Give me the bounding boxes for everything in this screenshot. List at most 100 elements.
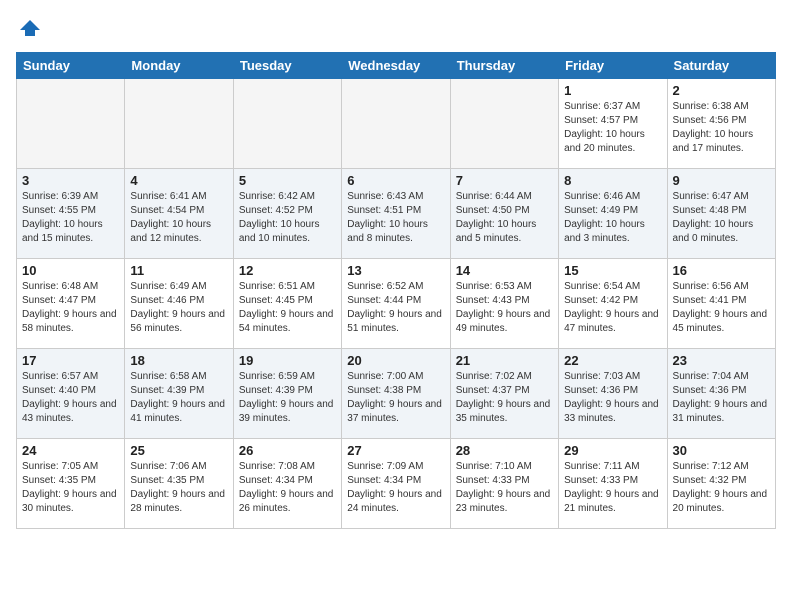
day-number: 30	[673, 443, 770, 458]
weekday-header: Saturday	[667, 53, 775, 79]
calendar-cell	[450, 79, 558, 169]
day-info: Sunrise: 6:52 AM Sunset: 4:44 PM Dayligh…	[347, 280, 444, 336]
day-info: Sunrise: 7:10 AM Sunset: 4:33 PM Dayligh…	[456, 460, 553, 516]
day-info: Sunrise: 6:44 AM Sunset: 4:50 PM Dayligh…	[456, 190, 553, 246]
calendar-cell: 19 Sunrise: 6:59 AM Sunset: 4:39 PM Dayli…	[233, 349, 341, 439]
calendar-cell: 2Sunrise: 6:38 AM Sunset: 4:56 PM Daylig…	[667, 79, 775, 169]
day-number: 12	[239, 263, 336, 278]
weekday-header: Wednesday	[342, 53, 450, 79]
day-info: Sunrise: 6:53 AM Sunset: 4:43 PM Dayligh…	[456, 280, 553, 336]
calendar-cell: 27 Sunrise: 7:09 AM Sunset: 4:34 PM Dayli…	[342, 439, 450, 529]
calendar-cell: 1Sunrise: 6:37 AM Sunset: 4:57 PM Daylig…	[559, 79, 667, 169]
day-info: Sunrise: 7:00 AM Sunset: 4:38 PM Dayligh…	[347, 370, 444, 426]
day-info: Sunrise: 7:08 AM Sunset: 4:34 PM Dayligh…	[239, 460, 336, 516]
day-info: Sunrise: 6:42 AM Sunset: 4:52 PM Dayligh…	[239, 190, 336, 246]
day-number: 18	[130, 353, 227, 368]
day-number: 17	[22, 353, 119, 368]
day-number: 6	[347, 173, 444, 188]
calendar-cell: 18 Sunrise: 6:58 AM Sunset: 4:39 PM Dayli…	[125, 349, 233, 439]
calendar-cell: 25 Sunrise: 7:06 AM Sunset: 4:35 PM Dayli…	[125, 439, 233, 529]
day-number: 29	[564, 443, 661, 458]
day-number: 26	[239, 443, 336, 458]
calendar-cell	[17, 79, 125, 169]
calendar-cell	[342, 79, 450, 169]
calendar-week-row: 17 Sunrise: 6:57 AM Sunset: 4:40 PM Dayli…	[17, 349, 776, 439]
weekday-header: Thursday	[450, 53, 558, 79]
day-number: 11	[130, 263, 227, 278]
day-number: 14	[456, 263, 553, 278]
day-info: Sunrise: 6:43 AM Sunset: 4:51 PM Dayligh…	[347, 190, 444, 246]
calendar-cell: 14 Sunrise: 6:53 AM Sunset: 4:43 PM Dayli…	[450, 259, 558, 349]
day-number: 3	[22, 173, 119, 188]
calendar-cell: 3 Sunrise: 6:39 AM Sunset: 4:55 PM Daylig…	[17, 169, 125, 259]
day-info: Sunrise: 6:48 AM Sunset: 4:47 PM Dayligh…	[22, 280, 119, 336]
day-info: Sunrise: 6:46 AM Sunset: 4:49 PM Dayligh…	[564, 190, 661, 246]
calendar-cell: 8 Sunrise: 6:46 AM Sunset: 4:49 PM Daylig…	[559, 169, 667, 259]
day-number: 1	[564, 83, 661, 98]
day-number: 28	[456, 443, 553, 458]
day-number: 24	[22, 443, 119, 458]
day-info: Sunrise: 6:47 AM Sunset: 4:48 PM Dayligh…	[673, 190, 770, 246]
header	[16, 16, 776, 40]
day-number: 23	[673, 353, 770, 368]
calendar: SundayMondayTuesdayWednesdayThursdayFrid…	[16, 52, 776, 529]
day-info: Sunrise: 7:06 AM Sunset: 4:35 PM Dayligh…	[130, 460, 227, 516]
calendar-week-row: 24 Sunrise: 7:05 AM Sunset: 4:35 PM Dayli…	[17, 439, 776, 529]
day-info: Sunrise: 6:38 AM Sunset: 4:56 PM Dayligh…	[673, 100, 770, 156]
day-info: Sunrise: 7:04 AM Sunset: 4:36 PM Dayligh…	[673, 370, 770, 426]
calendar-cell: 6 Sunrise: 6:43 AM Sunset: 4:51 PM Daylig…	[342, 169, 450, 259]
day-number: 25	[130, 443, 227, 458]
day-info: Sunrise: 6:58 AM Sunset: 4:39 PM Dayligh…	[130, 370, 227, 426]
day-info: Sunrise: 6:41 AM Sunset: 4:54 PM Dayligh…	[130, 190, 227, 246]
calendar-cell: 5 Sunrise: 6:42 AM Sunset: 4:52 PM Daylig…	[233, 169, 341, 259]
calendar-cell: 7 Sunrise: 6:44 AM Sunset: 4:50 PM Daylig…	[450, 169, 558, 259]
day-info: Sunrise: 6:54 AM Sunset: 4:42 PM Dayligh…	[564, 280, 661, 336]
calendar-week-row: 3 Sunrise: 6:39 AM Sunset: 4:55 PM Daylig…	[17, 169, 776, 259]
day-info: Sunrise: 7:05 AM Sunset: 4:35 PM Dayligh…	[22, 460, 119, 516]
calendar-cell: 28 Sunrise: 7:10 AM Sunset: 4:33 PM Dayli…	[450, 439, 558, 529]
weekday-header: Sunday	[17, 53, 125, 79]
weekday-header: Tuesday	[233, 53, 341, 79]
calendar-cell: 12Sunrise: 6:51 AM Sunset: 4:45 PM Dayli…	[233, 259, 341, 349]
calendar-cell: 20 Sunrise: 7:00 AM Sunset: 4:38 PM Dayli…	[342, 349, 450, 439]
calendar-cell: 9 Sunrise: 6:47 AM Sunset: 4:48 PM Daylig…	[667, 169, 775, 259]
day-info: Sunrise: 7:12 AM Sunset: 4:32 PM Dayligh…	[673, 460, 770, 516]
day-number: 21	[456, 353, 553, 368]
calendar-cell: 22Sunrise: 7:03 AM Sunset: 4:36 PM Dayli…	[559, 349, 667, 439]
calendar-cell: 10Sunrise: 6:48 AM Sunset: 4:47 PM Dayli…	[17, 259, 125, 349]
day-info: Sunrise: 7:03 AM Sunset: 4:36 PM Dayligh…	[564, 370, 661, 426]
calendar-cell: 16 Sunrise: 6:56 AM Sunset: 4:41 PM Dayli…	[667, 259, 775, 349]
day-number: 4	[130, 173, 227, 188]
page: SundayMondayTuesdayWednesdayThursdayFrid…	[0, 0, 792, 545]
calendar-cell: 30 Sunrise: 7:12 AM Sunset: 4:32 PM Dayli…	[667, 439, 775, 529]
day-number: 13	[347, 263, 444, 278]
day-number: 20	[347, 353, 444, 368]
day-number: 8	[564, 173, 661, 188]
day-number: 16	[673, 263, 770, 278]
day-number: 7	[456, 173, 553, 188]
calendar-cell: 13 Sunrise: 6:52 AM Sunset: 4:44 PM Dayli…	[342, 259, 450, 349]
calendar-cell: 29 Sunrise: 7:11 AM Sunset: 4:33 PM Dayli…	[559, 439, 667, 529]
day-number: 19	[239, 353, 336, 368]
weekday-header: Friday	[559, 53, 667, 79]
calendar-week-row: 1Sunrise: 6:37 AM Sunset: 4:57 PM Daylig…	[17, 79, 776, 169]
calendar-cell: 26 Sunrise: 7:08 AM Sunset: 4:34 PM Dayli…	[233, 439, 341, 529]
calendar-header-row: SundayMondayTuesdayWednesdayThursdayFrid…	[17, 53, 776, 79]
logo-icon	[18, 16, 42, 40]
day-info: Sunrise: 6:56 AM Sunset: 4:41 PM Dayligh…	[673, 280, 770, 336]
logo	[16, 16, 44, 40]
day-info: Sunrise: 6:57 AM Sunset: 4:40 PM Dayligh…	[22, 370, 119, 426]
calendar-cell: 15Sunrise: 6:54 AM Sunset: 4:42 PM Dayli…	[559, 259, 667, 349]
day-info: Sunrise: 7:09 AM Sunset: 4:34 PM Dayligh…	[347, 460, 444, 516]
day-info: Sunrise: 6:59 AM Sunset: 4:39 PM Dayligh…	[239, 370, 336, 426]
day-info: Sunrise: 7:11 AM Sunset: 4:33 PM Dayligh…	[564, 460, 661, 516]
calendar-cell: 24 Sunrise: 7:05 AM Sunset: 4:35 PM Dayli…	[17, 439, 125, 529]
day-number: 27	[347, 443, 444, 458]
day-info: Sunrise: 6:39 AM Sunset: 4:55 PM Dayligh…	[22, 190, 119, 246]
day-number: 5	[239, 173, 336, 188]
day-info: Sunrise: 6:49 AM Sunset: 4:46 PM Dayligh…	[130, 280, 227, 336]
calendar-week-row: 10Sunrise: 6:48 AM Sunset: 4:47 PM Dayli…	[17, 259, 776, 349]
weekday-header: Monday	[125, 53, 233, 79]
day-number: 9	[673, 173, 770, 188]
calendar-cell: 23 Sunrise: 7:04 AM Sunset: 4:36 PM Dayli…	[667, 349, 775, 439]
